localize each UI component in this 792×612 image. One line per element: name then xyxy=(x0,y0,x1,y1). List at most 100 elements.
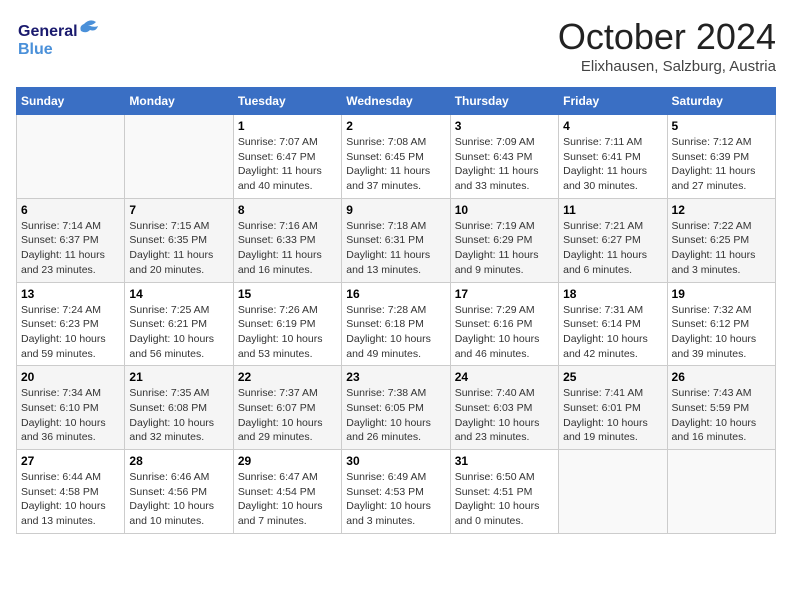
day-info: Sunrise: 7:43 AM Sunset: 5:59 PM Dayligh… xyxy=(672,386,771,445)
day-number: 7 xyxy=(129,203,228,217)
svg-text:General: General xyxy=(18,23,78,40)
day-info: Sunrise: 7:31 AM Sunset: 6:14 PM Dayligh… xyxy=(563,303,662,362)
day-number: 1 xyxy=(238,119,337,133)
day-number: 12 xyxy=(672,203,771,217)
day-number: 6 xyxy=(21,203,120,217)
day-info: Sunrise: 7:29 AM Sunset: 6:16 PM Dayligh… xyxy=(455,303,554,362)
day-info: Sunrise: 7:38 AM Sunset: 6:05 PM Dayligh… xyxy=(346,386,445,445)
calendar-cell: 13Sunrise: 7:24 AM Sunset: 6:23 PM Dayli… xyxy=(17,282,125,366)
calendar-cell: 3Sunrise: 7:09 AM Sunset: 6:43 PM Daylig… xyxy=(450,115,558,199)
day-info: Sunrise: 6:47 AM Sunset: 4:54 PM Dayligh… xyxy=(238,470,337,529)
calendar-cell: 25Sunrise: 7:41 AM Sunset: 6:01 PM Dayli… xyxy=(559,366,667,450)
day-number: 4 xyxy=(563,119,662,133)
calendar-cell: 21Sunrise: 7:35 AM Sunset: 6:08 PM Dayli… xyxy=(125,366,233,450)
calendar-cell: 23 Sunrise: 7:38 AM Sunset: 6:05 PM Dayli… xyxy=(342,366,450,450)
title-block: October 2024 Elixhausen, Salzburg, Austr… xyxy=(558,16,776,75)
day-info: Sunrise: 7:25 AM Sunset: 6:21 PM Dayligh… xyxy=(129,303,228,362)
day-number: 2 xyxy=(346,119,445,133)
calendar-cell xyxy=(17,115,125,199)
calendar-header-row: SundayMondayTuesdayWednesdayThursdayFrid… xyxy=(17,88,776,115)
calendar-week-row: 27 Sunrise: 6:44 AM Sunset: 4:58 PM Dayli… xyxy=(17,450,776,534)
calendar-cell: 31 Sunrise: 6:50 AM Sunset: 4:51 PM Dayli… xyxy=(450,450,558,534)
day-of-week-header: Monday xyxy=(125,88,233,115)
day-info: Sunrise: 7:08 AM Sunset: 6:45 PM Dayligh… xyxy=(346,135,445,194)
day-info: Sunrise: 7:26 AM Sunset: 6:19 PM Dayligh… xyxy=(238,303,337,362)
day-number: 22 xyxy=(238,370,337,384)
day-info: Sunrise: 6:49 AM Sunset: 4:53 PM Dayligh… xyxy=(346,470,445,529)
calendar-cell xyxy=(667,450,775,534)
day-info: Sunrise: 7:19 AM Sunset: 6:29 PM Dayligh… xyxy=(455,219,554,278)
day-info: Sunrise: 6:50 AM Sunset: 4:51 PM Dayligh… xyxy=(455,470,554,529)
calendar-cell: 10 Sunrise: 7:19 AM Sunset: 6:29 PM Dayli… xyxy=(450,198,558,282)
calendar-week-row: 1 Sunrise: 7:07 AM Sunset: 6:47 PM Daylig… xyxy=(17,115,776,199)
calendar-cell: 20Sunrise: 7:34 AM Sunset: 6:10 PM Dayli… xyxy=(17,366,125,450)
day-info: Sunrise: 7:28 AM Sunset: 6:18 PM Dayligh… xyxy=(346,303,445,362)
calendar-cell: 18 Sunrise: 7:31 AM Sunset: 6:14 PM Dayli… xyxy=(559,282,667,366)
calendar-cell: 26 Sunrise: 7:43 AM Sunset: 5:59 PM Dayli… xyxy=(667,366,775,450)
calendar-cell: 11 Sunrise: 7:21 AM Sunset: 6:27 PM Dayli… xyxy=(559,198,667,282)
day-number: 28 xyxy=(129,454,228,468)
calendar-cell: 27 Sunrise: 6:44 AM Sunset: 4:58 PM Dayli… xyxy=(17,450,125,534)
day-number: 20 xyxy=(21,370,120,384)
day-info: Sunrise: 7:12 AM Sunset: 6:39 PM Dayligh… xyxy=(672,135,771,194)
day-number: 27 xyxy=(21,454,120,468)
calendar-cell: 4Sunrise: 7:11 AM Sunset: 6:41 PM Daylig… xyxy=(559,115,667,199)
day-number: 19 xyxy=(672,287,771,301)
day-info: Sunrise: 7:15 AM Sunset: 6:35 PM Dayligh… xyxy=(129,219,228,278)
day-info: Sunrise: 7:21 AM Sunset: 6:27 PM Dayligh… xyxy=(563,219,662,278)
day-info: Sunrise: 6:46 AM Sunset: 4:56 PM Dayligh… xyxy=(129,470,228,529)
calendar-cell: 8 Sunrise: 7:16 AM Sunset: 6:33 PM Daylig… xyxy=(233,198,341,282)
calendar-cell xyxy=(125,115,233,199)
day-info: Sunrise: 7:14 AM Sunset: 6:37 PM Dayligh… xyxy=(21,219,120,278)
day-number: 13 xyxy=(21,287,120,301)
day-info: Sunrise: 7:32 AM Sunset: 6:12 PM Dayligh… xyxy=(672,303,771,362)
day-number: 10 xyxy=(455,203,554,217)
calendar-cell: 14 Sunrise: 7:25 AM Sunset: 6:21 PM Dayli… xyxy=(125,282,233,366)
day-number: 5 xyxy=(672,119,771,133)
day-info: Sunrise: 6:44 AM Sunset: 4:58 PM Dayligh… xyxy=(21,470,120,529)
day-of-week-header: Sunday xyxy=(17,88,125,115)
day-number: 29 xyxy=(238,454,337,468)
calendar-cell: 22 Sunrise: 7:37 AM Sunset: 6:07 PM Dayli… xyxy=(233,366,341,450)
calendar-week-row: 6 Sunrise: 7:14 AM Sunset: 6:37 PM Daylig… xyxy=(17,198,776,282)
location: Elixhausen, Salzburg, Austria xyxy=(558,58,776,75)
day-info: Sunrise: 7:18 AM Sunset: 6:31 PM Dayligh… xyxy=(346,219,445,278)
day-number: 11 xyxy=(563,203,662,217)
logo: General Blue xyxy=(16,16,106,64)
calendar-cell: 5 Sunrise: 7:12 AM Sunset: 6:39 PM Daylig… xyxy=(667,115,775,199)
calendar-cell: 2 Sunrise: 7:08 AM Sunset: 6:45 PM Daylig… xyxy=(342,115,450,199)
day-number: 17 xyxy=(455,287,554,301)
day-number: 23 xyxy=(346,370,445,384)
day-number: 8 xyxy=(238,203,337,217)
day-of-week-header: Thursday xyxy=(450,88,558,115)
calendar-cell xyxy=(559,450,667,534)
calendar-cell: 17 Sunrise: 7:29 AM Sunset: 6:16 PM Dayli… xyxy=(450,282,558,366)
day-info: Sunrise: 7:35 AM Sunset: 6:08 PM Dayligh… xyxy=(129,386,228,445)
day-number: 25 xyxy=(563,370,662,384)
calendar-cell: 7 Sunrise: 7:15 AM Sunset: 6:35 PM Daylig… xyxy=(125,198,233,282)
day-info: Sunrise: 7:07 AM Sunset: 6:47 PM Dayligh… xyxy=(238,135,337,194)
day-info: Sunrise: 7:37 AM Sunset: 6:07 PM Dayligh… xyxy=(238,386,337,445)
day-number: 31 xyxy=(455,454,554,468)
calendar-week-row: 20Sunrise: 7:34 AM Sunset: 6:10 PM Dayli… xyxy=(17,366,776,450)
day-number: 18 xyxy=(563,287,662,301)
calendar-cell: 12 Sunrise: 7:22 AM Sunset: 6:25 PM Dayli… xyxy=(667,198,775,282)
day-info: Sunrise: 7:16 AM Sunset: 6:33 PM Dayligh… xyxy=(238,219,337,278)
day-of-week-header: Saturday xyxy=(667,88,775,115)
day-number: 15 xyxy=(238,287,337,301)
calendar-cell: 1 Sunrise: 7:07 AM Sunset: 6:47 PM Daylig… xyxy=(233,115,341,199)
day-number: 30 xyxy=(346,454,445,468)
calendar-week-row: 13Sunrise: 7:24 AM Sunset: 6:23 PM Dayli… xyxy=(17,282,776,366)
day-of-week-header: Friday xyxy=(559,88,667,115)
day-number: 3 xyxy=(455,119,554,133)
day-info: Sunrise: 7:22 AM Sunset: 6:25 PM Dayligh… xyxy=(672,219,771,278)
calendar-cell: 9Sunrise: 7:18 AM Sunset: 6:31 PM Daylig… xyxy=(342,198,450,282)
day-number: 14 xyxy=(129,287,228,301)
calendar-cell: 28 Sunrise: 6:46 AM Sunset: 4:56 PM Dayli… xyxy=(125,450,233,534)
day-info: Sunrise: 7:40 AM Sunset: 6:03 PM Dayligh… xyxy=(455,386,554,445)
calendar-cell: 29 Sunrise: 6:47 AM Sunset: 4:54 PM Dayli… xyxy=(233,450,341,534)
day-of-week-header: Wednesday xyxy=(342,88,450,115)
calendar-cell: 6 Sunrise: 7:14 AM Sunset: 6:37 PM Daylig… xyxy=(17,198,125,282)
svg-text:Blue: Blue xyxy=(18,41,53,58)
day-number: 26 xyxy=(672,370,771,384)
